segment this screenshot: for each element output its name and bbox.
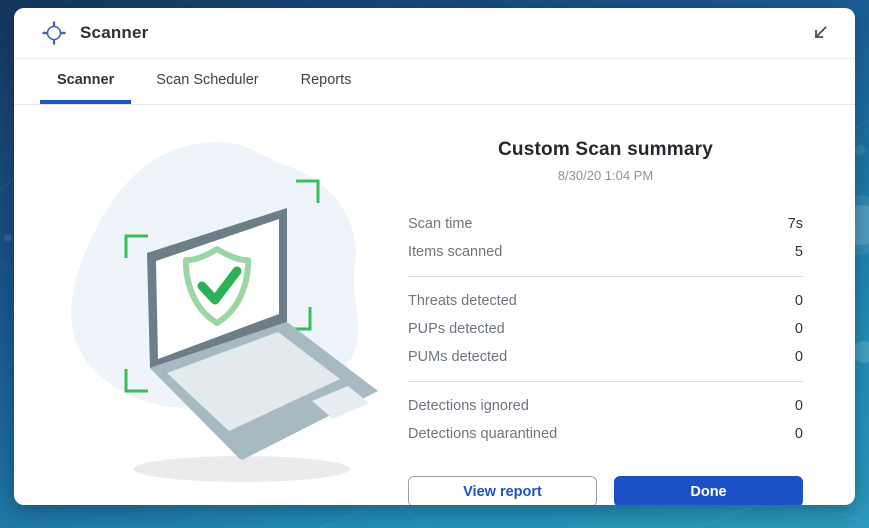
divider — [408, 276, 803, 277]
row-items-scanned: Items scanned 5 — [408, 238, 803, 266]
tab-scanner[interactable]: Scanner — [40, 59, 132, 104]
illustration-column — [14, 105, 406, 505]
window-title: Scanner — [80, 23, 149, 42]
done-button[interactable]: Done — [614, 476, 803, 505]
row-detections-ignored: Detections ignored 0 — [408, 392, 803, 420]
tab-scan-scheduler-label: Scan Scheduler — [156, 71, 259, 88]
collapse-window-icon[interactable] — [809, 22, 831, 44]
tab-scan-scheduler[interactable]: Scan Scheduler — [139, 59, 275, 104]
row-label: PUMs detected — [408, 349, 508, 365]
row-label: Scan time — [408, 216, 473, 232]
row-value: 0 — [794, 321, 803, 337]
row-detections-quarantined: Detections quarantined 0 — [408, 420, 803, 448]
row-threats-detected: Threats detected 0 — [408, 287, 803, 315]
row-value: 0 — [794, 293, 803, 309]
row-pums-detected: PUMs detected 0 — [408, 343, 803, 371]
view-report-button[interactable]: View report — [408, 476, 597, 505]
row-value: 7s — [787, 216, 803, 232]
row-value: 0 — [794, 349, 803, 365]
scanner-window: Scanner Scanner Scan Scheduler Reports C… — [14, 8, 855, 505]
scan-summary-panel: Custom Scan summary 8/30/20 1:04 PM Scan… — [408, 105, 803, 505]
row-value: 0 — [794, 426, 803, 442]
row-value: 5 — [794, 244, 803, 260]
tab-reports[interactable]: Reports — [284, 59, 369, 104]
laptop-scan-illustration — [71, 142, 378, 482]
row-label: Detections quarantined — [408, 426, 558, 442]
row-label: Threats detected — [408, 293, 517, 309]
row-label: PUPs detected — [408, 321, 505, 337]
tab-scanner-label: Scanner — [57, 71, 115, 88]
crosshair-target-icon — [42, 21, 66, 45]
tab-bar: Scanner Scan Scheduler Reports — [14, 59, 855, 105]
row-label: Items scanned — [408, 244, 503, 260]
summary-timestamp: 8/30/20 1:04 PM — [557, 168, 654, 183]
action-buttons: View report Done — [408, 476, 803, 505]
row-label: Detections ignored — [408, 398, 529, 414]
summary-title: Custom Scan summary — [498, 139, 713, 160]
row-pups-detected: PUPs detected 0 — [408, 315, 803, 343]
divider — [408, 381, 803, 382]
tab-reports-label: Reports — [300, 71, 352, 88]
row-value: 0 — [794, 398, 803, 414]
summary-rows: Scan time 7s Items scanned 5 Threats det… — [408, 210, 803, 448]
window-header: Scanner — [14, 8, 855, 59]
content-area: Custom Scan summary 8/30/20 1:04 PM Scan… — [14, 105, 855, 505]
row-scan-time: Scan time 7s — [408, 210, 803, 238]
